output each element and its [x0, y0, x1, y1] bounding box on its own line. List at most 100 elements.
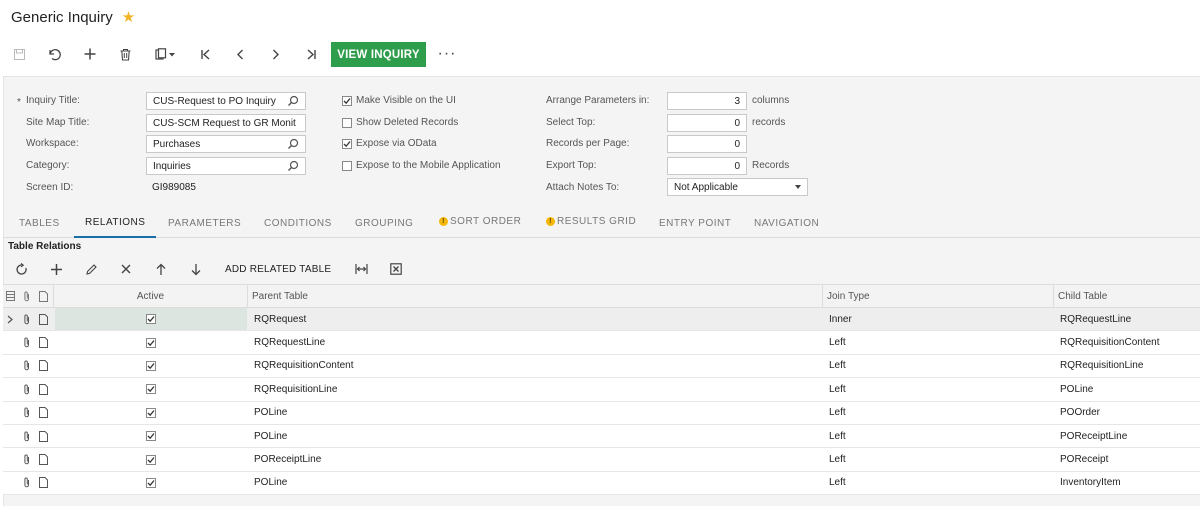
parent-table-cell[interactable]: POReceiptLine — [247, 448, 321, 470]
join-type-cell[interactable]: Left — [822, 448, 846, 470]
child-table-cell[interactable]: RQRequisitionContent — [1053, 331, 1160, 353]
child-table-cell[interactable]: RQRequisitionLine — [1053, 355, 1143, 377]
row-selector[interactable] — [3, 425, 17, 447]
tab-entry-point[interactable]: ENTRY POINT — [659, 208, 731, 238]
show-deleted-checkbox[interactable]: Show Deleted Records — [342, 117, 458, 128]
attachment-icon[interactable] — [18, 331, 35, 353]
table-row[interactable]: RQRequest Inner RQRequestLine — [3, 308, 1200, 332]
search-icon[interactable] — [287, 160, 299, 172]
column-header-join-type[interactable]: Join Type — [822, 285, 1053, 308]
attachment-icon[interactable] — [18, 425, 35, 447]
note-icon[interactable] — [35, 355, 52, 377]
checkbox-checked-icon[interactable] — [146, 454, 156, 465]
attachment-icon[interactable] — [18, 378, 35, 400]
search-icon[interactable] — [287, 95, 299, 107]
last-record-icon[interactable] — [298, 41, 324, 67]
join-type-cell[interactable]: Left — [822, 425, 846, 447]
delete-icon[interactable] — [112, 41, 138, 67]
note-icon[interactable] — [35, 308, 52, 330]
checkbox-checked-icon[interactable] — [146, 314, 156, 325]
attach-notes-dropdown[interactable]: Not Applicable — [667, 178, 808, 196]
checkbox-checked-icon[interactable] — [342, 95, 352, 106]
fit-columns-icon[interactable] — [348, 257, 374, 281]
row-selector[interactable] — [3, 378, 17, 400]
note-icon[interactable] — [35, 425, 52, 447]
search-icon[interactable] — [287, 138, 299, 150]
column-header-active[interactable]: Active — [53, 285, 247, 308]
active-checkbox[interactable] — [55, 355, 247, 377]
table-row[interactable]: POLine Left InventoryItem — [3, 471, 1200, 496]
chevron-down-icon[interactable] — [795, 185, 801, 189]
tab-results-grid[interactable]: ! RESULTS GRID — [546, 206, 636, 236]
child-table-cell[interactable]: POLine — [1053, 378, 1093, 400]
checkbox-checked-icon[interactable] — [146, 477, 156, 488]
more-actions-icon[interactable]: ··· — [436, 41, 458, 67]
parent-table-cell[interactable]: RQRequest — [247, 308, 306, 330]
table-row[interactable]: POReceiptLine Left POReceipt — [3, 448, 1200, 472]
active-checkbox[interactable] — [55, 448, 247, 470]
add-icon[interactable] — [77, 41, 103, 67]
star-icon[interactable]: ★ — [122, 10, 135, 25]
tab-parameters[interactable]: PARAMETERS — [168, 208, 241, 238]
tab-relations[interactable]: RELATIONS — [74, 208, 157, 238]
edit-icon[interactable] — [78, 257, 104, 281]
previous-record-icon[interactable] — [227, 41, 253, 67]
workspace-field[interactable]: Purchases — [146, 135, 306, 153]
attachment-icon[interactable] — [18, 448, 35, 470]
active-checkbox[interactable] — [55, 378, 247, 400]
tab-sort-order[interactable]: ! SORT ORDER — [439, 206, 521, 236]
parent-table-cell[interactable]: RQRequestLine — [247, 331, 325, 353]
attachment-icon[interactable] — [18, 402, 35, 424]
checkbox-checked-icon[interactable] — [146, 360, 156, 371]
row-selector[interactable] — [3, 355, 17, 377]
tab-grouping[interactable]: GROUPING — [355, 208, 413, 238]
table-row[interactable]: RQRequisitionContent Left RQRequisitionLin… — [3, 354, 1200, 379]
child-table-cell[interactable]: InventoryItem — [1053, 472, 1121, 494]
select-top-field[interactable]: 0 — [667, 114, 747, 132]
row-selector[interactable] — [3, 402, 17, 424]
join-type-cell[interactable]: Left — [822, 472, 846, 494]
inquiry-title-field[interactable]: CUS-Request to PO Inquiry — [146, 92, 306, 110]
column-header-parent-table[interactable]: Parent Table — [247, 285, 822, 308]
join-type-cell[interactable]: Left — [822, 355, 846, 377]
copy-paste-icon[interactable] — [148, 41, 182, 67]
row-selector-icon[interactable] — [3, 285, 17, 307]
refresh-icon[interactable] — [8, 257, 34, 281]
export-top-field[interactable]: 0 — [667, 157, 747, 175]
row-selector[interactable] — [3, 331, 17, 353]
undo-icon[interactable] — [41, 41, 67, 67]
child-table-cell[interactable]: RQRequestLine — [1053, 308, 1131, 330]
delete-row-icon[interactable] — [113, 257, 139, 281]
table-row[interactable]: POLine Left POOrder — [3, 401, 1200, 425]
first-record-icon[interactable] — [192, 41, 218, 67]
tab-tables[interactable]: TABLES — [19, 208, 60, 238]
tab-navigation[interactable]: NAVIGATION — [754, 208, 819, 238]
checkbox-checked-icon[interactable] — [146, 337, 156, 348]
attachment-icon[interactable] — [18, 472, 35, 494]
table-row[interactable]: RQRequestLine Left RQRequisitionContent — [3, 331, 1200, 355]
column-header-child-table[interactable]: Child Table — [1053, 285, 1200, 308]
attachment-icon[interactable] — [18, 355, 35, 377]
tab-conditions[interactable]: CONDITIONS — [264, 208, 332, 238]
active-checkbox[interactable] — [55, 308, 247, 331]
join-type-cell[interactable]: Left — [822, 378, 846, 400]
move-down-icon[interactable] — [183, 257, 209, 281]
parent-table-cell[interactable]: POLine — [247, 402, 287, 424]
child-table-cell[interactable]: POOrder — [1053, 402, 1100, 424]
active-checkbox[interactable] — [55, 331, 247, 353]
note-icon[interactable] — [35, 378, 52, 400]
make-visible-checkbox[interactable]: Make Visible on the UI — [342, 95, 456, 106]
next-record-icon[interactable] — [262, 41, 288, 67]
move-up-icon[interactable] — [148, 257, 174, 281]
records-per-page-field[interactable]: 0 — [667, 135, 747, 153]
checkbox-checked-icon[interactable] — [342, 138, 352, 149]
checkbox-checked-icon[interactable] — [146, 431, 156, 442]
add-row-icon[interactable] — [43, 257, 69, 281]
table-row[interactable]: RQRequisitionLine Left POLine — [3, 378, 1200, 402]
view-inquiry-button[interactable]: VIEW INQUIRY — [331, 42, 426, 67]
child-table-cell[interactable]: POReceiptLine — [1053, 425, 1127, 447]
checkbox-checked-icon[interactable] — [146, 407, 156, 418]
parent-table-cell[interactable]: POLine — [247, 472, 287, 494]
join-type-cell[interactable]: Inner — [822, 308, 852, 330]
child-table-cell[interactable]: POReceipt — [1053, 448, 1108, 470]
